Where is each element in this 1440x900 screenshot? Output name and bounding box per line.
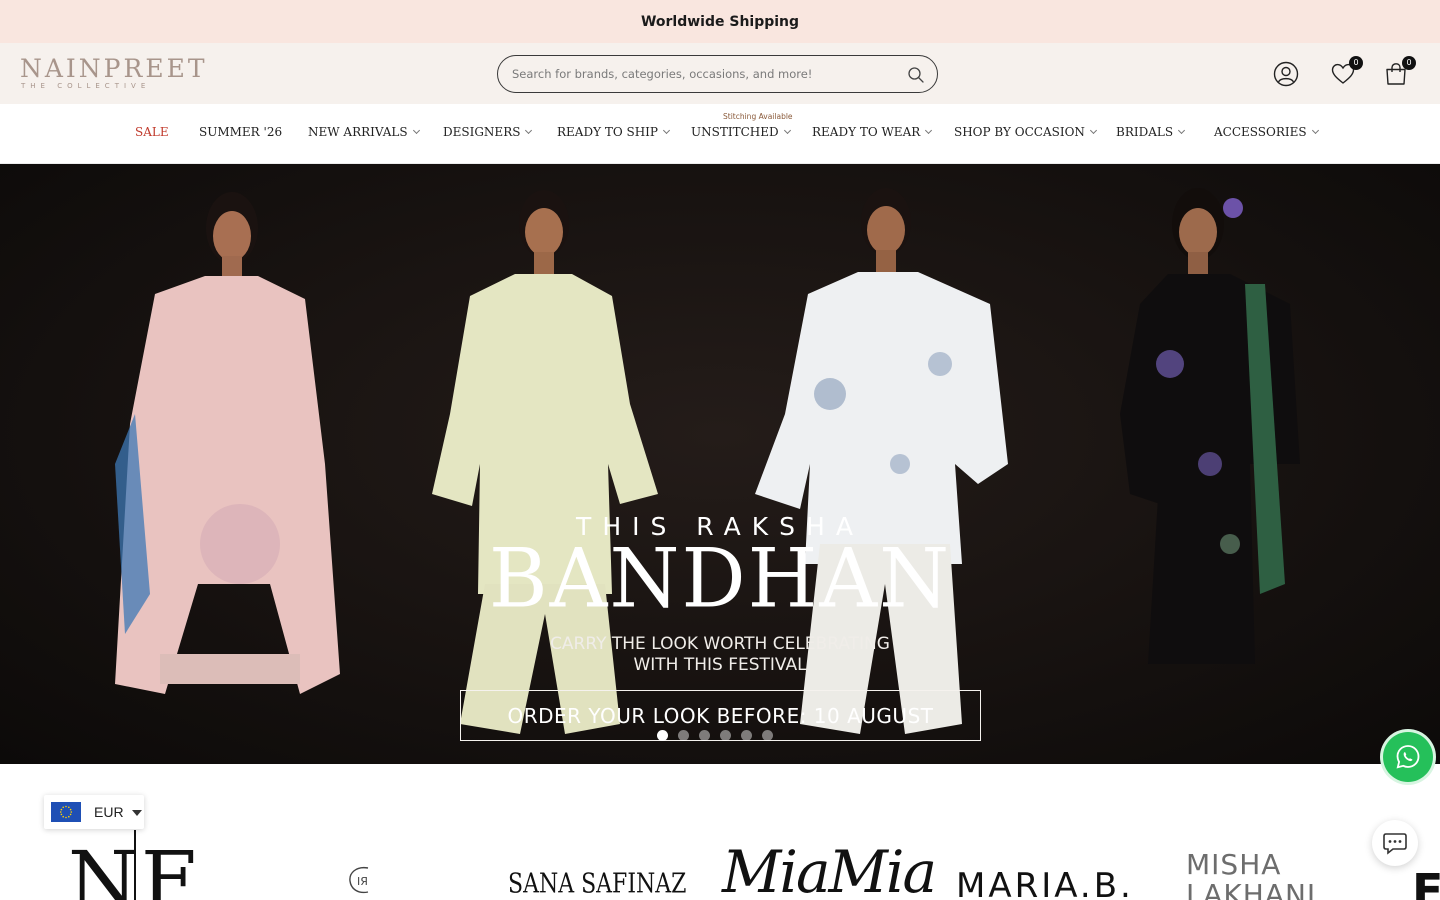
- hero-cta-label: ORDER YOUR LOOK BEFORE: 10 AUGUST: [507, 703, 934, 728]
- search-icon[interactable]: [907, 66, 925, 84]
- carousel-dot-2[interactable]: [678, 730, 689, 741]
- chevron-down-icon: [1311, 126, 1319, 135]
- brand-logo-partial[interactable]: F: [1412, 864, 1440, 900]
- chevron-down-icon: [1178, 126, 1186, 135]
- nf-logo-icon: N F: [68, 830, 197, 900]
- logo-wordmark: NAINPREET: [20, 54, 208, 83]
- nav-item-label: READY TO SHIP: [557, 125, 658, 139]
- brand-name: F: [1412, 864, 1440, 900]
- brand-name: MISHA LAKHANI: [1186, 850, 1317, 900]
- carousel-dot-1[interactable]: [657, 730, 668, 741]
- brand-name: SANA SAFINAZ: [508, 868, 687, 900]
- site-logo[interactable]: NAINPREET THE COLLECTIVE: [20, 56, 220, 92]
- whatsapp-icon: [1396, 745, 1420, 769]
- main-navigation: Stitching Available SALE SUMMER '26 NEW …: [0, 104, 1440, 164]
- nav-item-sale[interactable]: SALE: [135, 125, 169, 139]
- nav-item-ready-to-wear[interactable]: READY TO WEAR: [812, 125, 933, 139]
- nav-item-label: SUMMER '26: [199, 125, 283, 139]
- carousel-dot-4[interactable]: [720, 730, 731, 741]
- nav-item-label: BRIDALS: [1116, 125, 1174, 139]
- chevron-down-icon: [412, 126, 420, 135]
- brand-logo-misha-lakhani[interactable]: MISHA LAKHANI: [1186, 850, 1376, 900]
- carousel-dots: [657, 730, 773, 741]
- nav-item-label: ACCESSORIES: [1214, 125, 1307, 139]
- account-icon[interactable]: [1273, 61, 1299, 87]
- brand-logo-nf[interactable]: N F: [68, 830, 198, 900]
- caret-down-icon: [131, 810, 142, 816]
- brand-logo-sana-safinaz[interactable]: SANA SAFINAZ: [508, 868, 687, 900]
- stitching-available-note: Stitching Available: [723, 112, 793, 121]
- carousel-dot-6[interactable]: [762, 730, 773, 741]
- svg-text:IЯ: IЯ: [357, 875, 368, 888]
- search-input[interactable]: [512, 65, 892, 83]
- chevron-down-icon: [662, 126, 671, 135]
- hero-banner[interactable]: THIS RAKSHA BANDHAN CARRY THE LOOK WORTH…: [0, 164, 1440, 764]
- currency-code: EUR: [94, 804, 124, 820]
- nav-item-label: UNSTITCHED: [691, 125, 779, 139]
- brand-name: MARIA.B.: [956, 866, 1134, 900]
- hero-subtitle-line-2: WITH THIS FESTIVAL: [633, 655, 807, 675]
- nav-item-summer[interactable]: SUMMER '26: [199, 125, 282, 139]
- announcement-text: Worldwide Shipping: [640, 13, 800, 30]
- hero-subtitle-line-1: CARRY THE LOOK WORTH CELEBRATING: [550, 634, 890, 654]
- brand-logo-maria-b[interactable]: MARIA.B.: [956, 866, 1134, 900]
- carousel-dot-3[interactable]: [699, 730, 710, 741]
- chevron-down-icon: [783, 126, 791, 135]
- carousel-dot-5[interactable]: [741, 730, 752, 741]
- nav-item-label: SHOP BY OCCASION: [954, 125, 1085, 139]
- brand-logo-mark[interactable]: IЯ: [348, 865, 374, 899]
- nav-item-label: DESIGNERS: [443, 125, 521, 139]
- chevron-down-icon: [925, 126, 933, 135]
- nav-item-accessories[interactable]: ACCESSORIES: [1214, 125, 1319, 139]
- brand-logos-strip: N F IЯ SANA SAFINAZ MiaMia MARIA.B. MISH…: [0, 830, 1440, 900]
- logo-tagline: THE COLLECTIVE: [21, 82, 151, 90]
- cart-button[interactable]: 0: [1383, 56, 1416, 87]
- eu-flag-icon: [51, 802, 81, 822]
- site-header: NAINPREET THE COLLECTIVE 0 0: [0, 43, 1440, 104]
- wishlist-count-badge: 0: [1349, 56, 1363, 70]
- brand-logo-miamia[interactable]: MiaMia: [722, 838, 937, 900]
- nav-item-label: READY TO WEAR: [812, 125, 921, 139]
- currency-selector[interactable]: EUR: [44, 795, 144, 829]
- brand-name: MiaMia: [722, 838, 937, 900]
- nav-item-label: SALE: [135, 125, 169, 139]
- monogram-logo-icon: IЯ: [349, 866, 369, 894]
- nav-item-designers[interactable]: DESIGNERS: [443, 125, 533, 139]
- search-bar: [497, 55, 938, 93]
- cart-count-badge: 0: [1402, 56, 1416, 70]
- announcement-bar: Worldwide Shipping: [0, 0, 1440, 43]
- wishlist-button[interactable]: 0: [1330, 56, 1363, 87]
- nav-item-ready-to-ship[interactable]: READY TO SHIP: [557, 125, 671, 139]
- hero-title: BANDHAN: [488, 531, 952, 626]
- whatsapp-button[interactable]: [1383, 732, 1433, 782]
- nav-item-label: NEW ARRIVALS: [308, 125, 408, 139]
- nav-item-shop-by-occasion[interactable]: SHOP BY OCCASION: [954, 125, 1097, 139]
- nav-item-new-arrivals[interactable]: NEW ARRIVALS: [308, 125, 420, 139]
- svg-text:N: N: [68, 834, 138, 900]
- nav-item-bridals[interactable]: BRIDALS: [1116, 125, 1186, 139]
- chevron-down-icon: [525, 126, 533, 135]
- chevron-down-icon: [1089, 126, 1097, 135]
- hero-subtitle: CARRY THE LOOK WORTH CELEBRATING WITH TH…: [0, 634, 1440, 676]
- svg-text:F: F: [141, 834, 197, 900]
- nav-item-unstitched[interactable]: UNSTITCHED: [691, 125, 791, 139]
